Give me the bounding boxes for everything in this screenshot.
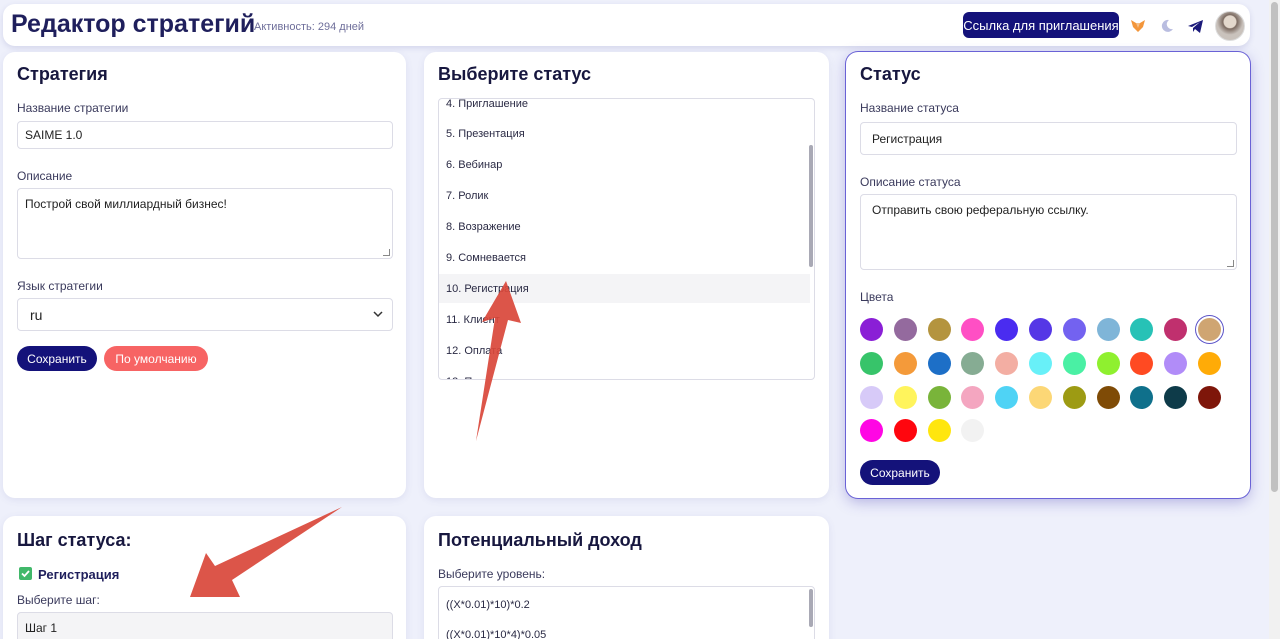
list-item[interactable]: ((X*0.01)*10*4)*0.05 <box>439 620 810 639</box>
telegram-icon[interactable] <box>1187 18 1203 34</box>
status-description-label: Описание статуса <box>860 175 961 189</box>
list-item[interactable]: 6. Вебинар <box>439 150 810 179</box>
color-swatch[interactable] <box>1130 385 1154 409</box>
status-save-button[interactable]: Сохранить <box>860 460 940 485</box>
color-swatch[interactable] <box>927 351 951 375</box>
list-item-selected[interactable]: 10. Регистрация <box>439 274 810 303</box>
color-swatch[interactable] <box>1096 351 1120 375</box>
list-item[interactable]: 11. Клиент <box>439 305 810 334</box>
language-value: ru <box>30 306 43 323</box>
color-swatch[interactable] <box>927 419 951 443</box>
status-list-scrollbar[interactable] <box>809 145 813 267</box>
colors-label: Цвета <box>860 290 894 304</box>
strategy-name-input[interactable]: SAIME 1.0 <box>17 121 393 149</box>
strategy-name-label: Название стратегии <box>17 101 129 115</box>
reset-default-button[interactable]: По умолчанию <box>104 346 208 371</box>
color-swatch[interactable] <box>1198 351 1221 375</box>
step-select[interactable]: Шаг 1 <box>17 612 393 639</box>
color-swatch[interactable] <box>1062 385 1086 409</box>
color-swatch[interactable] <box>1096 318 1120 341</box>
status-name-label: Название статуса <box>860 101 959 115</box>
step-status-name: Регистрация <box>38 567 120 582</box>
color-swatch[interactable] <box>1164 385 1188 409</box>
color-swatch[interactable] <box>927 318 951 341</box>
income-card-title: Потенциальный доход <box>438 530 642 550</box>
color-swatch[interactable] <box>1164 318 1188 341</box>
color-swatch[interactable] <box>1130 318 1154 341</box>
color-swatch[interactable] <box>893 419 917 443</box>
color-swatch[interactable] <box>860 318 883 341</box>
color-swatch[interactable] <box>961 419 985 443</box>
invite-link-button[interactable]: Ссылка для приглашения <box>963 12 1119 38</box>
list-item[interactable]: ((X*0.01)*10)*0.2 <box>439 590 810 619</box>
list-item[interactable]: 4. Приглашение <box>439 99 810 118</box>
color-swatch[interactable] <box>893 318 917 341</box>
color-swatch[interactable] <box>995 351 1019 375</box>
status-picker-card: Выберите статус 4. Приглашение 5. Презен… <box>424 52 829 498</box>
app-header: Редактор стратегий Активность: 294 дней … <box>3 4 1250 46</box>
page-scrollbar-thumb[interactable] <box>1271 2 1278 492</box>
status-name-input[interactable]: Регистрация <box>860 122 1237 155</box>
color-swatch[interactable] <box>1164 351 1188 375</box>
page-scrollbar[interactable] <box>1269 0 1280 639</box>
color-swatch[interactable] <box>1130 351 1154 375</box>
color-swatch[interactable] <box>893 351 917 375</box>
color-swatch[interactable] <box>860 419 883 443</box>
color-swatch[interactable] <box>893 385 917 409</box>
color-swatch[interactable] <box>1198 318 1221 341</box>
color-swatch[interactable] <box>961 351 985 375</box>
income-level-label: Выберите уровень: <box>438 567 546 581</box>
status-picker-title: Выберите статус <box>438 64 592 84</box>
color-swatch[interactable] <box>927 385 951 409</box>
avatar[interactable] <box>1215 11 1245 41</box>
status-description-text: Отправить свою реферальную ссылку. <box>872 203 1089 217</box>
step-select-label: Выберите шаг: <box>17 593 100 607</box>
page-title: Редактор стратегий <box>11 10 256 38</box>
language-label: Язык стратегии <box>17 279 103 293</box>
check-icon <box>19 567 32 580</box>
list-item[interactable]: 5. Презентация <box>439 119 810 148</box>
color-swatch[interactable] <box>961 318 985 341</box>
description-label: Описание <box>17 169 73 183</box>
color-swatch[interactable] <box>1096 385 1120 409</box>
color-swatch[interactable] <box>1062 318 1086 341</box>
list-item[interactable]: 8. Возражение <box>439 212 810 241</box>
list-item[interactable]: 12. Оплата <box>439 336 810 365</box>
step-card-title: Шаг статуса: <box>17 530 132 550</box>
description-textarea[interactable]: Построй свой миллиардный бизнес! <box>17 188 393 259</box>
list-item[interactable]: 13. Партнер <box>439 367 810 380</box>
status-list[interactable]: 4. Приглашение 5. Презентация 6. Вебинар… <box>438 98 815 380</box>
strategy-save-button[interactable]: Сохранить <box>17 346 97 371</box>
color-swatch[interactable] <box>1029 385 1052 409</box>
color-swatch[interactable] <box>1029 351 1052 375</box>
list-item[interactable]: 7. Ролик <box>439 181 810 210</box>
list-item[interactable]: 9. Сомневается <box>439 243 810 272</box>
color-swatch[interactable] <box>995 385 1019 409</box>
activity-counter: Активность: 294 дней <box>254 21 365 33</box>
step-card: Шаг статуса: Регистрация Выберите шаг: Ш… <box>3 516 406 639</box>
status-card: Статус Название статуса Регистрация Опис… <box>846 52 1250 498</box>
income-level-list[interactable]: ((X*0.01)*10)*0.2 ((X*0.01)*10*4)*0.05 <box>438 586 815 639</box>
strategy-card-title: Стратегия <box>17 64 108 84</box>
resize-handle-icon[interactable] <box>383 249 390 256</box>
chevron-down-icon <box>373 311 383 318</box>
income-card: Потенциальный доход Выберите уровень: ((… <box>424 516 829 639</box>
resize-handle-icon[interactable] <box>1227 260 1234 267</box>
color-swatch[interactable] <box>995 318 1019 341</box>
moon-icon[interactable] <box>1159 18 1175 34</box>
strategy-card: Стратегия Название стратегии SAIME 1.0 О… <box>3 52 406 498</box>
income-list-scrollbar[interactable] <box>809 589 813 627</box>
description-text: Построй свой миллиардный бизнес! <box>25 197 227 211</box>
language-select[interactable]: ru <box>17 298 393 331</box>
status-description-textarea[interactable]: Отправить свою реферальную ссылку. <box>860 194 1237 270</box>
color-swatch[interactable] <box>1029 318 1052 341</box>
color-swatch[interactable] <box>860 385 883 409</box>
color-swatch[interactable] <box>1198 385 1221 409</box>
status-card-title: Статус <box>860 64 921 84</box>
fox-icon[interactable] <box>1130 18 1146 34</box>
color-swatch[interactable] <box>1062 351 1086 375</box>
color-swatch[interactable] <box>860 351 883 375</box>
color-swatch[interactable] <box>961 385 985 409</box>
